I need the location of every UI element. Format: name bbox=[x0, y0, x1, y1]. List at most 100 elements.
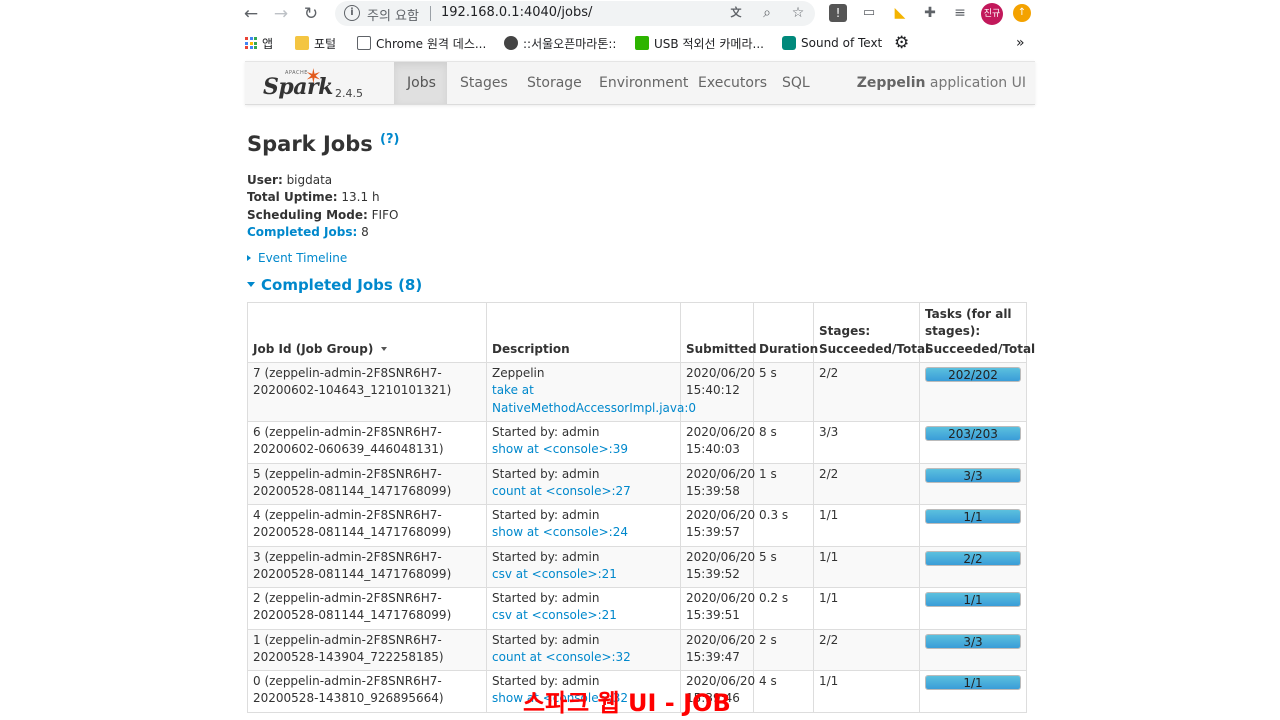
duration-cell: 5 s bbox=[753, 362, 814, 422]
page-title-text: Spark Jobs bbox=[247, 132, 373, 156]
uptime-value: 13.1 h bbox=[337, 190, 380, 205]
submitted-cell: 2020/06/20 15:39:52 bbox=[680, 545, 755, 588]
event-timeline-toggle[interactable]: Event Timeline bbox=[247, 251, 347, 265]
completed-jobs-link[interactable]: Completed Jobs: bbox=[247, 225, 357, 239]
header-job-id-label: Job Id (Job Group) bbox=[253, 341, 374, 356]
bookmarks-overflow[interactable]: » bbox=[1016, 34, 1025, 52]
bookmark-chrome-remote[interactable]: Chrome 원격 데스... bbox=[357, 34, 486, 52]
tab-storage[interactable]: Storage bbox=[514, 62, 595, 104]
bookmark-label: Sound of Text bbox=[801, 36, 883, 50]
completed-info: Completed Jobs: 8 bbox=[247, 224, 398, 241]
extensions-puzzle-icon[interactable]: ✚ bbox=[921, 4, 939, 22]
gear-icon: ⚙ bbox=[894, 33, 910, 53]
tab-sql[interactable]: SQL bbox=[769, 62, 823, 104]
sound-of-text-icon bbox=[782, 36, 796, 50]
bookmark-sound-of-text[interactable]: Sound of Text bbox=[782, 34, 882, 52]
description-cell: Started by: admin csv at <console>:21 bbox=[486, 587, 681, 630]
description-link[interactable]: show at <console>:39 bbox=[492, 441, 675, 458]
description-link[interactable]: show at <console>:24 bbox=[492, 524, 675, 541]
table-row: 3 (zeppelin-admin-2F8SNR6H7-20200528-081… bbox=[247, 545, 1027, 588]
bookmark-seoul-marathon[interactable]: ::서울오픈마라톤:: bbox=[504, 34, 616, 52]
back-icon[interactable]: ← bbox=[240, 3, 262, 25]
description-cell: Started by: admin csv at <console>:21 bbox=[486, 545, 681, 588]
task-progress-bar: 3/3 bbox=[925, 633, 1021, 649]
slide-caption: 스파크 웹 UI - JOB bbox=[523, 689, 731, 717]
stages-cell: 1/1 bbox=[813, 587, 920, 630]
event-timeline-label: Event Timeline bbox=[258, 251, 348, 265]
tab-jobs[interactable]: Jobs bbox=[394, 62, 447, 104]
info-icon[interactable]: i bbox=[344, 5, 360, 21]
bookmark-label: 포털 bbox=[314, 36, 337, 51]
tab-executors[interactable]: Executors bbox=[685, 62, 780, 104]
header-description[interactable]: Description bbox=[486, 302, 681, 363]
tasks-cell: 3/3 bbox=[919, 628, 1027, 671]
stages-cell: 1/1 bbox=[813, 670, 920, 713]
task-progress-bar: 203/203 bbox=[925, 426, 1021, 441]
task-progress-label: 1/1 bbox=[963, 593, 983, 607]
stages-cell: 1/1 bbox=[813, 545, 920, 588]
app-name: Zeppelin application UI bbox=[857, 62, 1026, 104]
scheduling-label: Scheduling Mode: bbox=[247, 207, 368, 222]
help-link[interactable]: (?) bbox=[380, 132, 399, 147]
header-submitted[interactable]: Submitted bbox=[680, 302, 757, 363]
description-link[interactable]: csv at <console>:21 bbox=[492, 566, 675, 583]
bookmark-portal[interactable]: 포털 bbox=[295, 34, 336, 52]
zoom-icon[interactable]: ⌕ bbox=[758, 4, 776, 22]
completed-jobs-toggle[interactable]: Completed Jobs (8) bbox=[247, 276, 422, 294]
tasks-cell: 3/3 bbox=[919, 462, 1027, 505]
table-row: 6 (zeppelin-admin-2F8SNR6H7-20200602-060… bbox=[247, 421, 1027, 464]
description-cell: Zeppelin take at NativeMethodAccessorImpl… bbox=[486, 362, 696, 422]
user-label: User: bbox=[247, 173, 283, 187]
bookmark-gear[interactable]: ⚙ bbox=[894, 33, 910, 53]
tasks-cell: 203/203 bbox=[919, 421, 1027, 464]
tasks-cell: 1/1 bbox=[919, 504, 1027, 547]
bookmark-usb-camera[interactable]: USB 적외선 카메라... bbox=[635, 34, 764, 52]
description-cell: Started by: admin count at <console>:32 bbox=[486, 628, 681, 671]
spark-logo[interactable]: APACHE Spark ✶ 2.4.5 bbox=[263, 64, 373, 102]
profile-avatar[interactable]: 진규 bbox=[981, 3, 1003, 25]
globe-icon bbox=[504, 36, 518, 50]
table-row: 4 (zeppelin-admin-2F8SNR6H7-20200528-081… bbox=[247, 504, 1027, 547]
extension-triangle-icon[interactable]: ◣ bbox=[891, 4, 909, 22]
security-label: 주의 요함 bbox=[367, 9, 419, 24]
description-link[interactable]: take at NativeMethodAccessorImpl.java:0 bbox=[492, 382, 696, 417]
table-row: 7 (zeppelin-admin-2F8SNR6H7-20200602-104… bbox=[247, 362, 1027, 422]
description-link[interactable]: count at <console>:32 bbox=[492, 649, 675, 666]
translate-icon[interactable]: 文 bbox=[727, 4, 745, 22]
submitted-cell: 2020/06/20 15:39:58 bbox=[680, 462, 755, 505]
bookmark-star-icon[interactable]: ☆ bbox=[789, 4, 807, 22]
folder-icon bbox=[295, 36, 309, 50]
tab-stages[interactable]: Stages bbox=[447, 62, 521, 104]
reload-icon[interactable]: ↻ bbox=[300, 3, 322, 25]
extension-cast-icon[interactable]: ▭ bbox=[860, 4, 878, 22]
media-controls-icon[interactable]: ≡ bbox=[951, 4, 969, 22]
task-progress-label: 203/203 bbox=[948, 427, 998, 441]
header-tasks[interactable]: Tasks (for all stages): Succeeded/Total bbox=[919, 302, 1035, 363]
table-row: 2 (zeppelin-admin-2F8SNR6H7-20200528-081… bbox=[247, 587, 1027, 630]
task-progress-label: 2/2 bbox=[963, 551, 983, 566]
stages-cell: 2/2 bbox=[813, 462, 920, 505]
bookmark-apps[interactable]: 앱 bbox=[245, 34, 273, 52]
table-header-row: Job Id (Job Group) Description Submitted… bbox=[247, 302, 1035, 363]
completed-jobs-title: Completed Jobs (8) bbox=[261, 276, 423, 294]
collapse-arrow-icon bbox=[247, 282, 255, 287]
description-link[interactable]: csv at <console>:21 bbox=[492, 607, 675, 624]
task-progress-label: 3/3 bbox=[963, 634, 983, 649]
forward-icon[interactable]: → bbox=[270, 3, 292, 25]
header-stages[interactable]: Stages: Succeeded/Total bbox=[813, 302, 929, 363]
header-job-id[interactable]: Job Id (Job Group) bbox=[247, 302, 487, 363]
job-id-cell: 2 (zeppelin-admin-2F8SNR6H7-20200528-081… bbox=[247, 587, 487, 630]
naver-icon bbox=[635, 36, 649, 50]
header-duration[interactable]: Duration bbox=[753, 302, 818, 363]
task-progress-bar: 202/202 bbox=[925, 367, 1021, 382]
update-badge-icon[interactable]: ↑ bbox=[1013, 4, 1031, 22]
spark-navbar: APACHE Spark ✶ 2.4.5 Jobs Stages Storage… bbox=[245, 61, 1035, 105]
browser-toolbar: ← → ↻ i 주의 요함 192.168.0.1:4040/jobs/ 文 ⌕… bbox=[0, 0, 1280, 28]
table-row: 1 (zeppelin-admin-2F8SNR6H7-20200528-143… bbox=[247, 628, 1027, 671]
bookmark-label: ::서울오픈마라톤:: bbox=[523, 36, 617, 51]
uptime-info: Total Uptime: 13.1 h bbox=[247, 189, 398, 206]
address-bar[interactable]: i 주의 요함 192.168.0.1:4040/jobs/ 文 ⌕ ☆ bbox=[335, 1, 815, 26]
description-link[interactable]: count at <console>:27 bbox=[492, 483, 675, 500]
url-text[interactable]: 192.168.0.1:4040/jobs/ bbox=[441, 5, 592, 20]
extension-reader-icon[interactable]: ! bbox=[829, 4, 847, 22]
